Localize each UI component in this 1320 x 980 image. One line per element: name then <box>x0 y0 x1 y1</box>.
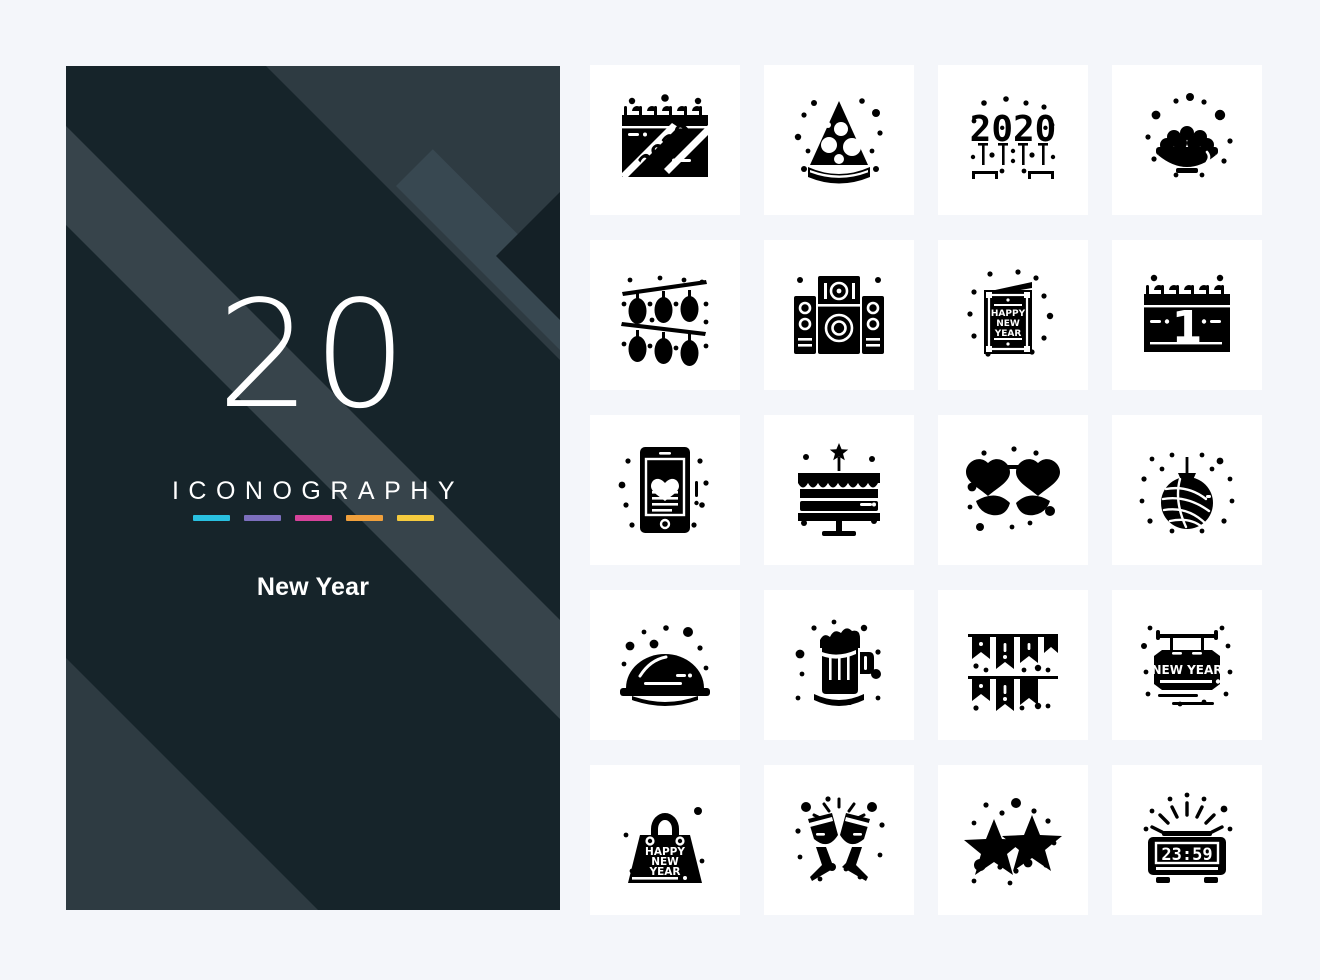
party-hat-icon <box>794 98 883 184</box>
icon-cell-4[interactable] <box>1112 65 1262 215</box>
icon-cell-2[interactable] <box>764 65 914 215</box>
icon-cell-1[interactable]: 2020 <box>590 65 740 215</box>
svg-text:YEAR: YEAR <box>649 866 681 878</box>
champagne-toast-icon <box>795 796 885 882</box>
icon-cell-9[interactable] <box>590 415 740 565</box>
accent-bar-cyan <box>192 515 230 521</box>
icon-cell-20[interactable]: 23:59 <box>1112 765 1262 915</box>
svg-text:NEW YEAR: NEW YEAR <box>1151 663 1222 677</box>
calendar-2020-icon: 2020 <box>620 94 715 179</box>
icon-cell-7[interactable]: HAPPY NEW YEAR <box>938 240 1088 390</box>
svg-text:NEW: NEW <box>996 319 1020 329</box>
accent-bar-orange <box>345 515 383 521</box>
icon-cell-19[interactable] <box>938 765 1088 915</box>
pack-subtitle: New Year <box>256 573 370 601</box>
greeting-card-icon: HAPPY NEW YEAR <box>967 269 1054 357</box>
string-lights-icon <box>621 275 709 366</box>
fireworks-2020-icon: 2020 <box>970 96 1056 179</box>
beer-mug-icon <box>795 619 881 706</box>
accent-bar-group <box>192 515 434 521</box>
disco-ball-icon <box>1139 452 1235 534</box>
icon-cell-6[interactable] <box>764 240 914 390</box>
svg-text:1: 1 <box>1172 302 1203 353</box>
party-props-icon <box>966 446 1060 531</box>
sweets-bowl-icon <box>1145 93 1233 178</box>
mobile-heart-message-icon <box>618 447 709 533</box>
icon-cell-3[interactable]: 2020 <box>938 65 1088 215</box>
digital-clock-icon: 23:59 <box>1143 792 1233 883</box>
icon-cell-17[interactable]: HAPPY NEW YEAR <box>590 765 740 915</box>
icon-pack-slide: 20 ICONOGRAPHY New Year 2020 2020 HAPPY … <box>0 0 1320 980</box>
icon-cell-13[interactable] <box>590 590 740 740</box>
calendar-first-day-icon: 1 <box>1144 274 1230 353</box>
icon-cell-16[interactable]: NEW YEAR <box>1112 590 1262 740</box>
icon-cell-15[interactable] <box>938 590 1088 740</box>
icon-cell-10[interactable] <box>764 415 914 565</box>
icon-grid: 2020 2020 HAPPY NEW YEAR 1 NEW YEAR HAPP… <box>590 65 1262 915</box>
icon-cell-14[interactable] <box>764 590 914 740</box>
cover-panel: 20 ICONOGRAPHY New Year <box>66 66 560 910</box>
speakers-icon <box>794 276 884 354</box>
accent-bar-purple <box>243 515 281 521</box>
food-cloche-icon <box>620 625 710 706</box>
svg-text:23:59: 23:59 <box>1161 845 1212 865</box>
accent-bar-pink <box>294 515 332 521</box>
new-year-signboard-icon: NEW YEAR <box>1141 625 1233 707</box>
icon-cell-5[interactable] <box>590 240 740 390</box>
icon-cell-18[interactable] <box>764 765 914 915</box>
shopping-bag-icon: HAPPY NEW YEAR <box>623 807 705 883</box>
icon-count: 20 <box>216 269 410 441</box>
svg-text:HAPPY: HAPPY <box>991 309 1026 319</box>
accent-bar-yellow <box>396 515 434 521</box>
svg-text:YEAR: YEAR <box>994 329 1022 339</box>
cake-icon <box>798 443 880 536</box>
icon-cell-12[interactable] <box>1112 415 1262 565</box>
stars-icon <box>964 798 1062 886</box>
wordmark: ICONOGRAPHY <box>171 477 465 505</box>
icon-cell-8[interactable]: 1 <box>1112 240 1262 390</box>
bunting-flags-icon <box>968 634 1058 711</box>
icon-cell-11[interactable] <box>938 415 1088 565</box>
